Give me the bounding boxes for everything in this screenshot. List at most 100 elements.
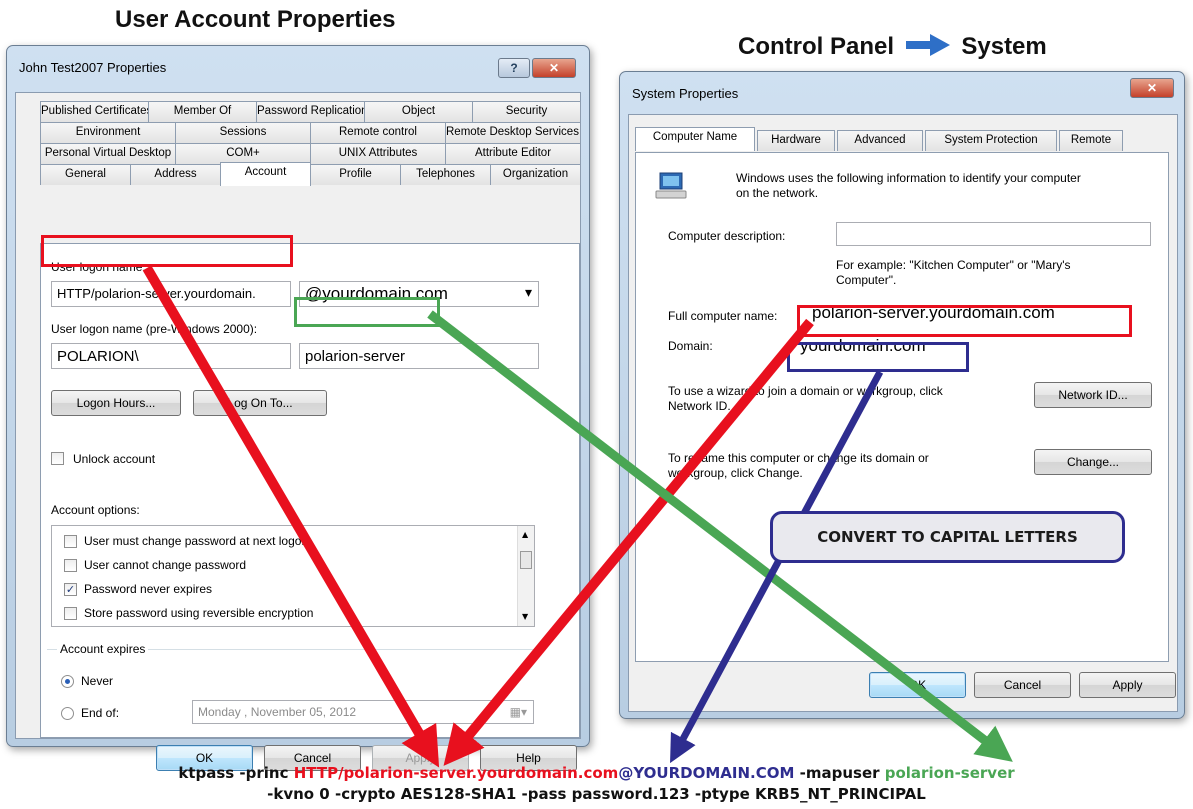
dialog-body: Computer Name Hardware Advanced System Prot… [628,114,1178,712]
domain-highlight [787,342,969,372]
user-properties-window: John Test2007 Properties ? ✕ Published C… [6,45,590,771]
tab-profile[interactable]: Profile [310,164,401,185]
cmd-mapuser: polarion-server [884,764,1015,782]
description-label: Computer description: [668,229,786,243]
unlock-account-checkbox[interactable] [51,452,64,465]
account-option-item[interactable]: User must change password at next logon [60,532,500,552]
tab-remote-control[interactable]: Remote control [310,122,446,143]
network-id-button[interactable]: Network ID... [1034,382,1152,408]
scroll-down-icon[interactable]: ▼ [522,612,528,621]
tab-sessions[interactable]: Sessions [175,122,311,143]
window-title: John Test2007 Properties [19,60,167,75]
tab-general[interactable]: General [40,164,131,185]
cmd-prefix: ktpass -princ [178,764,294,782]
change-button[interactable]: Change... [1034,449,1152,475]
wizard-text-line2: Network ID. [668,399,731,413]
end-of-date-value: Monday , November 05, 2012 [198,705,357,719]
domain-label: Domain: [668,339,713,353]
tab-system-protection[interactable]: System Protection [925,130,1057,151]
options-scrollbar[interactable]: ▲ ▼ [517,526,534,626]
ktpass-command-line2: -kvno 0 -crypto AES128-SHA1 -pass passwo… [267,785,926,803]
tab-computer-name[interactable]: Computer Name [635,127,755,151]
system-label: System [961,33,1047,60]
logon-hours-button[interactable]: Logon Hours... [51,390,181,416]
tab-telephones[interactable]: Telephones [400,164,491,185]
tab-published-certificates[interactable]: Published Certificates [40,101,149,122]
tab-personal-virtual-desktop[interactable]: Personal Virtual Desktop [40,143,176,164]
tab-environment[interactable]: Environment [40,122,176,143]
tab-member-of[interactable]: Member Of [148,101,257,122]
example-text-line2: Computer". [836,273,897,287]
window-title: System Properties [632,86,739,101]
tab-advanced[interactable]: Advanced [837,130,923,151]
log-on-to-button[interactable]: Log On To... [193,390,327,416]
end-of-radio[interactable] [61,707,74,720]
tab-hardware[interactable]: Hardware [757,130,835,151]
convert-capitals-callout: CONVERT TO CAPITAL LETTERS [770,511,1125,563]
pre2000-domain-field: POLARION\ [51,343,291,369]
logon-name-input[interactable]: HTTP/polarion-server.yourdomain. [51,281,291,307]
unchecked-checkbox[interactable] [64,559,77,572]
end-of-date-picker[interactable]: Monday , November 05, 2012 ▦▾ [192,700,534,724]
unlock-account-label: Unlock account [73,452,156,466]
pre2000-label: User logon name (pre-Windows 2000): [51,322,258,336]
arrow-right-icon [905,34,950,56]
user-account-heading: User Account Properties [115,6,396,33]
control-panel-heading: Control Panel System [738,33,1047,61]
info-text-line2: on the network. [736,186,819,200]
system-properties-window: System Properties ✕ Computer Name Hardwar… [619,71,1185,719]
account-options-label: Account options: [51,503,140,517]
account-option-item[interactable]: ✓ Password never expires [60,580,500,600]
tab-address[interactable]: Address [130,164,221,185]
checked-checkbox[interactable]: ✓ [64,583,77,596]
calendar-icon[interactable]: ▦▾ [510,705,527,719]
account-option-label: User cannot change password [84,558,247,572]
close-button[interactable]: ✕ [1130,78,1174,98]
computer-name-panel: Windows uses the following information t… [635,152,1169,662]
never-label: Never [81,674,114,688]
tab-security[interactable]: Security [472,101,581,122]
account-expires-group: Account expires Never End of: Monday , N… [47,642,543,737]
tab-remote-desktop-services-profile[interactable]: Remote Desktop Services Profile [445,122,581,143]
chevron-down-icon: ▾ [524,284,532,300]
account-expires-label: Account expires [57,642,149,656]
scroll-thumb[interactable] [520,551,532,569]
example-text-line1: For example: "Kitchen Computer" or "Mary… [836,258,1071,272]
pre2000-user-input[interactable]: polarion-server [299,343,539,369]
close-button[interactable]: ✕ [532,58,576,78]
cancel-button[interactable]: Cancel [974,672,1071,698]
cmd-mapuser-flag: -mapuser [794,764,885,782]
tab-organization[interactable]: Organization [490,164,581,185]
full-name-label: Full computer name: [668,309,778,323]
help-title-button[interactable]: ? [498,58,530,78]
cmd-realm: @YOURDOMAIN.COM [618,764,795,782]
cmd-principal: HTTP/polarion-server.yourdomain.com [293,764,619,782]
computer-icon [655,172,687,199]
tab-remote[interactable]: Remote [1059,130,1123,151]
apply-button[interactable]: Apply [1079,672,1176,698]
tab-object[interactable]: Object [364,101,473,122]
never-radio[interactable] [61,675,74,688]
control-panel-label: Control Panel [738,33,895,60]
tab-unix-attributes[interactable]: UNIX Attributes [310,143,446,164]
account-options-list: User must change password at next logon U… [51,525,535,627]
full-name-highlight [797,305,1132,337]
scroll-up-icon[interactable]: ▲ [522,530,528,539]
pre2000-user-highlight [294,297,440,327]
tab-com-[interactable]: COM+ [175,143,311,164]
unchecked-checkbox[interactable] [64,535,77,548]
unchecked-checkbox[interactable] [64,607,77,620]
account-option-label: User must change password at next logon [84,534,309,548]
info-text-line1: Windows uses the following information t… [736,171,1081,185]
wizard-text-line1: To use a wizard to join a domain or work… [668,384,943,398]
rename-text-line2: workgroup, click Change. [668,466,803,480]
rename-text-line1: To rename this computer or change its do… [668,451,929,465]
account-option-item[interactable]: Store password using reversible encrypti… [60,604,500,624]
ok-button[interactable]: OK [869,672,966,698]
tab-password-replication[interactable]: Password Replication [256,101,365,122]
description-input[interactable] [836,222,1151,246]
dialog-body: Published Certificates Member Of Password … [15,92,581,771]
tab-attribute-editor[interactable]: Attribute Editor [445,143,581,164]
account-option-item[interactable]: User cannot change password [60,556,500,576]
tab-account[interactable]: Account [220,162,311,186]
